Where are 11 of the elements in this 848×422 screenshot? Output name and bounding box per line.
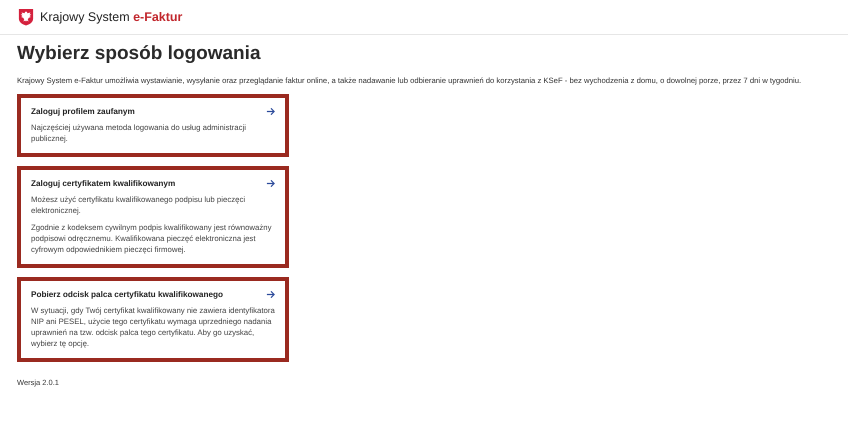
page-title: Wybierz sposób logowania bbox=[17, 42, 262, 66]
arrow-right-icon bbox=[266, 290, 275, 299]
option-title: Pobierz odcisk palca certyfikatu kwalifikowanego bbox=[31, 290, 224, 299]
eagle-emblem-icon bbox=[18, 8, 34, 26]
login-option-card[interactable] bbox=[17, 166, 289, 268]
arrow-right-icon bbox=[266, 179, 275, 188]
arrow-right-icon bbox=[266, 107, 275, 116]
login-option-card[interactable] bbox=[17, 277, 289, 362]
option-title: Zaloguj certyfikatem kwalifikowanym bbox=[31, 179, 176, 188]
option-title: Zaloguj profilem zaufanym bbox=[31, 107, 135, 116]
app-title: Krajowy System e-Faktur bbox=[40, 10, 182, 24]
